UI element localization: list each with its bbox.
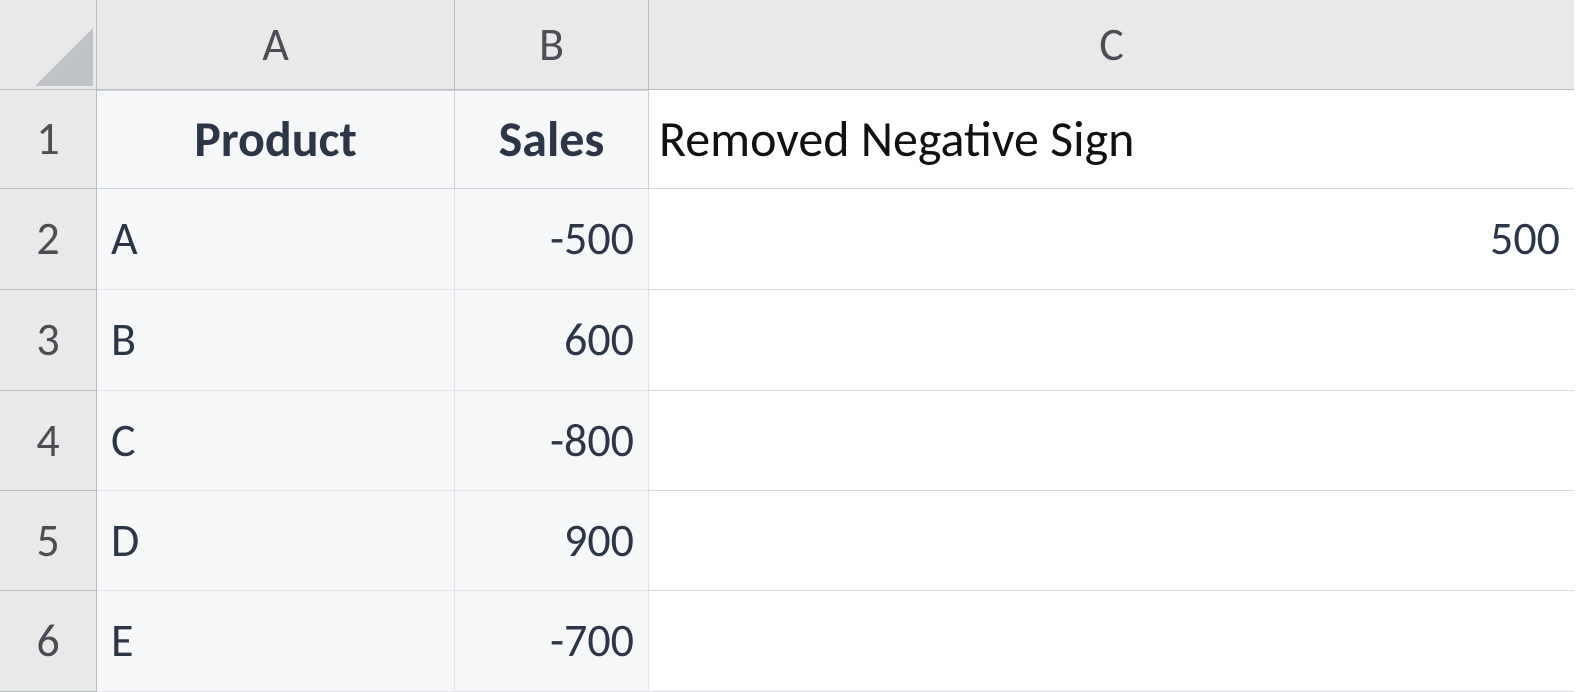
cell-C3[interactable] bbox=[649, 290, 1574, 391]
cell-C4[interactable] bbox=[649, 391, 1574, 491]
cell-A6[interactable]: E bbox=[97, 591, 455, 692]
cell-B4[interactable]: -800 bbox=[455, 391, 649, 491]
cell-B3[interactable]: 600 bbox=[455, 290, 649, 391]
row-header-6[interactable]: 6 bbox=[0, 591, 97, 692]
row-header-2[interactable]: 2 bbox=[0, 189, 97, 290]
row-header-5[interactable]: 5 bbox=[0, 491, 97, 591]
cell-B6[interactable]: -700 bbox=[455, 591, 649, 692]
column-header-A[interactable]: A bbox=[97, 0, 455, 90]
cell-C6[interactable] bbox=[649, 591, 1574, 692]
cell-C5[interactable] bbox=[649, 491, 1574, 591]
cell-B1[interactable]: Sales bbox=[455, 90, 649, 189]
row-header-1[interactable]: 1 bbox=[0, 90, 97, 189]
select-all-triangle-icon bbox=[35, 28, 93, 86]
select-all-corner[interactable] bbox=[0, 0, 97, 90]
cell-C1[interactable]: Removed Negative Sign bbox=[649, 90, 1574, 189]
column-header-B[interactable]: B bbox=[455, 0, 649, 90]
row-header-4[interactable]: 4 bbox=[0, 391, 97, 491]
spreadsheet-grid[interactable]: A B C 1 Product Sales Removed Negative S… bbox=[0, 0, 1579, 692]
cell-B2[interactable]: -500 bbox=[455, 189, 649, 290]
cell-A2[interactable]: A bbox=[97, 189, 455, 290]
cell-A5[interactable]: D bbox=[97, 491, 455, 591]
cell-C2[interactable]: 500 bbox=[649, 189, 1574, 290]
cell-A1[interactable]: Product bbox=[97, 90, 455, 189]
cell-A3[interactable]: B bbox=[97, 290, 455, 391]
row-header-3[interactable]: 3 bbox=[0, 290, 97, 391]
column-header-C[interactable]: C bbox=[649, 0, 1574, 90]
cell-A4[interactable]: C bbox=[97, 391, 455, 491]
cell-B5[interactable]: 900 bbox=[455, 491, 649, 591]
